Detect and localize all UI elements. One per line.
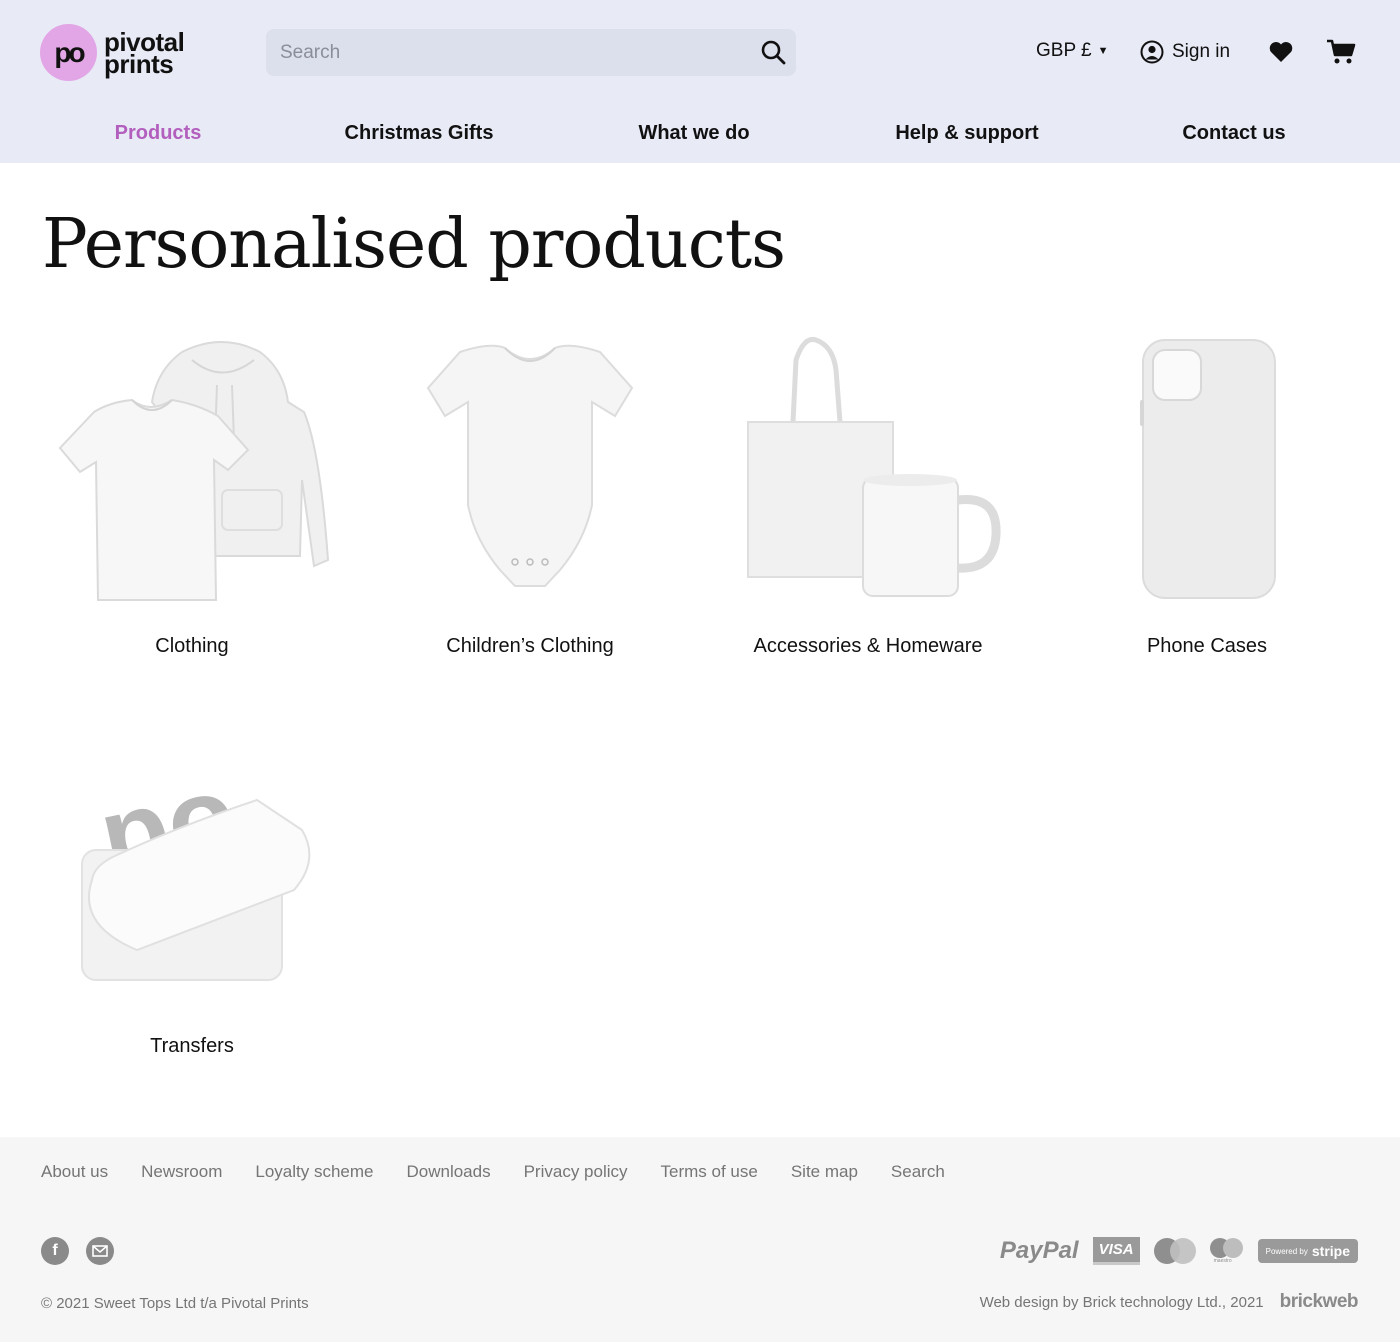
credit-text[interactable]: Web design by Brick technology Ltd., 202…	[980, 1294, 1264, 1311]
footer-link-terms-of-use[interactable]: Terms of use	[661, 1162, 758, 1182]
nav-item-contact-us[interactable]: Contact us	[1182, 122, 1285, 145]
tshirt-hoodie-image	[58, 341, 330, 601]
page-title: Personalised products	[42, 205, 786, 284]
site-header: po pivotal prints GBP £ ▼ Sign in P	[0, 0, 1400, 163]
social-links: f	[41, 1237, 114, 1265]
stripe-label: stripe	[1311, 1243, 1350, 1259]
logo-line-2: prints	[104, 48, 174, 79]
category-card-transfers[interactable]: po Transfers	[32, 750, 352, 1070]
search-icon[interactable]	[760, 39, 786, 65]
category-label: Transfers	[150, 1035, 234, 1057]
category-card-clothing[interactable]: Clothing	[32, 330, 352, 670]
footer-link-site-map[interactable]: Site map	[791, 1162, 858, 1182]
category-label: Phone Cases	[1146, 635, 1268, 657]
footer-link-loyalty-scheme[interactable]: Loyalty scheme	[255, 1162, 373, 1182]
footer-link-newsroom[interactable]: Newsroom	[141, 1162, 222, 1182]
category-card-accessories-homeware[interactable]: Accessories & Homeware	[708, 330, 1028, 670]
sign-in-label: Sign in	[1172, 41, 1231, 62]
category-card-phone-cases[interactable]: Phone Cases	[1047, 330, 1367, 670]
site-footer: About us Newsroom Loyalty scheme Downloa…	[0, 1137, 1400, 1342]
maestro-logo: maestro	[1209, 1238, 1244, 1264]
brickweb-logo[interactable]: brickweb	[1280, 1291, 1359, 1313]
caret-down-icon: ▼	[1097, 45, 1109, 57]
stripe-prefix: Powered by	[1265, 1246, 1308, 1256]
paypal-logo: PayPal	[999, 1237, 1079, 1264]
logo-text: pivotal prints	[104, 29, 185, 79]
category-label: Children’s Clothing	[446, 635, 614, 657]
currency-label: GBP £	[1036, 40, 1092, 61]
wishlist-heart-icon[interactable]	[1268, 40, 1294, 64]
footer-link-downloads[interactable]: Downloads	[406, 1162, 490, 1182]
email-icon[interactable]	[86, 1237, 114, 1265]
user-circle-icon	[1140, 40, 1164, 64]
category-card-childrens-clothing[interactable]: Children’s Clothing	[370, 330, 690, 670]
tote-bag-mug-image	[747, 336, 1001, 597]
nav-item-products[interactable]: Products	[115, 122, 202, 145]
footer-link-about-us[interactable]: About us	[41, 1162, 108, 1182]
main-nav: Products Christmas Gifts What we do Help…	[0, 112, 1400, 156]
category-label: Accessories & Homeware	[753, 635, 983, 657]
copyright-text: © 2021 Sweet Tops Ltd t/a Pivotal Prints	[41, 1295, 309, 1312]
transfer-sheet-image: po	[81, 751, 311, 981]
nav-item-christmas-gifts[interactable]: Christmas Gifts	[345, 122, 494, 145]
logo[interactable]: po pivotal prints	[40, 24, 185, 81]
footer-link-privacy-policy[interactable]: Privacy policy	[524, 1162, 628, 1182]
credit: Web design by Brick technology Ltd., 202…	[980, 1291, 1359, 1313]
footer-link-search[interactable]: Search	[891, 1162, 945, 1182]
stripe-logo: Powered by stripe	[1257, 1239, 1358, 1263]
payment-methods: PayPal VISA maestro Powered by stripe	[1000, 1237, 1358, 1265]
nav-item-what-we-do[interactable]: What we do	[638, 122, 749, 145]
search-bar	[266, 29, 796, 76]
maestro-label: maestro	[1213, 1258, 1232, 1264]
mastercard-logo	[1153, 1238, 1196, 1264]
baby-bodysuit-image	[426, 344, 634, 587]
footer-links: About us Newsroom Loyalty scheme Downloa…	[41, 1162, 945, 1182]
cart-icon[interactable]	[1326, 38, 1356, 66]
category-label: Clothing	[155, 635, 229, 657]
search-input[interactable]	[266, 29, 746, 76]
sign-in-link[interactable]: Sign in	[1140, 40, 1230, 64]
phone-case-image	[1140, 339, 1276, 599]
logo-mark: po	[40, 24, 97, 81]
facebook-icon[interactable]: f	[41, 1237, 69, 1265]
nav-item-help-support[interactable]: Help & support	[895, 122, 1038, 145]
currency-selector[interactable]: GBP £ ▼	[1036, 40, 1109, 62]
visa-logo: VISA	[1092, 1237, 1140, 1265]
